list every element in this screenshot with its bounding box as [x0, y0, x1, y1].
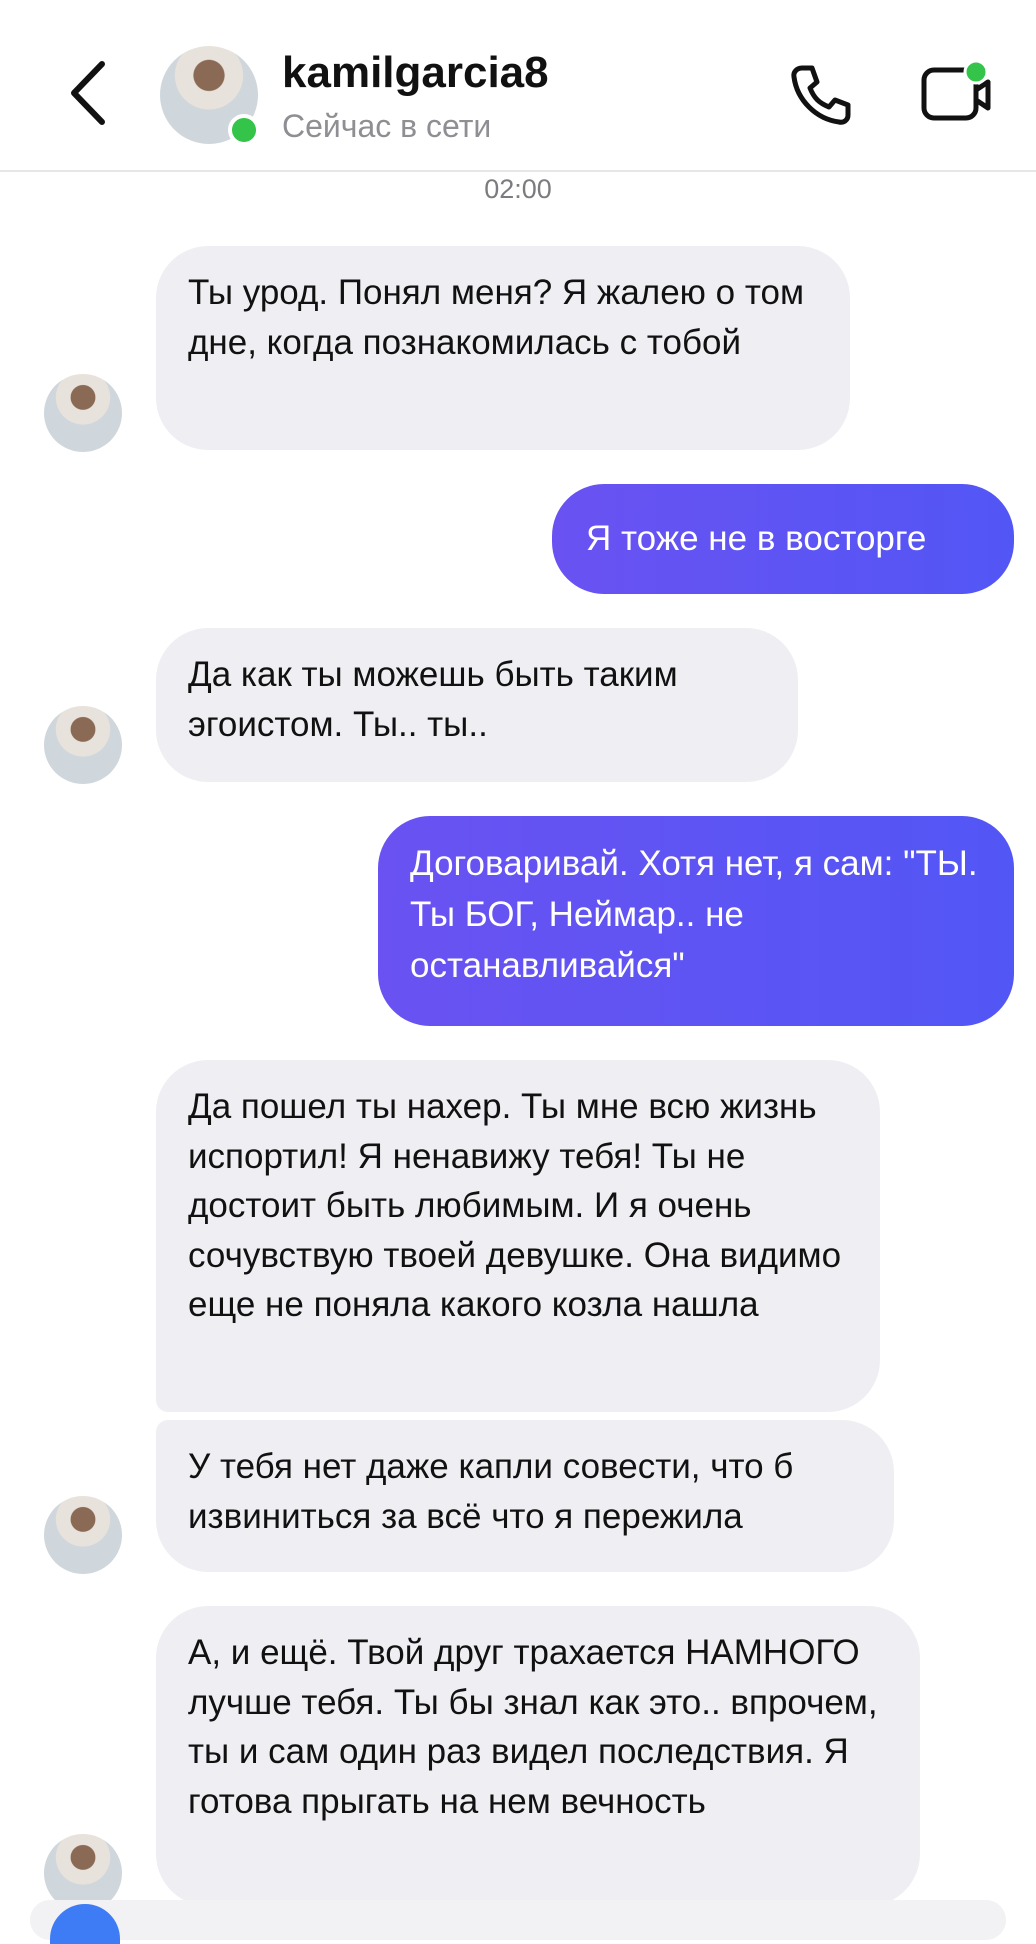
contact-username[interactable]: kamilgarcia8 [282, 48, 549, 98]
video-call-icon [921, 59, 991, 121]
chevron-left-icon [71, 61, 105, 125]
message-timestamp: 02:00 [484, 174, 552, 204]
message-composer[interactable] [30, 1900, 1006, 1940]
outgoing-message-bubble[interactable]: Договаривай. Хотя нет, я сам: "ТЫ. Ты БО… [378, 816, 1014, 1026]
incoming-message-bubble[interactable]: У тебя нет даже капли совести, что б изв… [156, 1420, 894, 1572]
sender-avatar[interactable] [44, 374, 122, 452]
online-status-dot [228, 114, 260, 146]
online-status-text: Сейчас в сети [282, 108, 492, 144]
incoming-message-bubble[interactable]: Ты урод. Понял меня? Я жалею о том дне, … [156, 246, 850, 450]
sender-avatar[interactable] [44, 706, 122, 784]
phone-icon [791, 65, 851, 125]
incoming-message-bubble[interactable]: Да как ты можешь быть таким эгоистом. Ты… [156, 628, 798, 782]
video-call-button[interactable] [920, 59, 992, 126]
back-button[interactable] [64, 58, 114, 128]
voice-call-button[interactable] [788, 62, 854, 128]
incoming-message-bubble[interactable]: А, и ещё. Твой друг трахается НАМНОГО лу… [156, 1606, 920, 1906]
chat-header: kamilgarcia8 Сейчас в сети [0, 0, 1036, 172]
incoming-message-bubble[interactable]: Да пошел ты нахер. Ты мне всю жизнь испо… [156, 1060, 880, 1412]
outgoing-message-bubble[interactable]: Я тоже не в восторге [552, 484, 1014, 594]
sender-avatar[interactable] [44, 1496, 122, 1574]
